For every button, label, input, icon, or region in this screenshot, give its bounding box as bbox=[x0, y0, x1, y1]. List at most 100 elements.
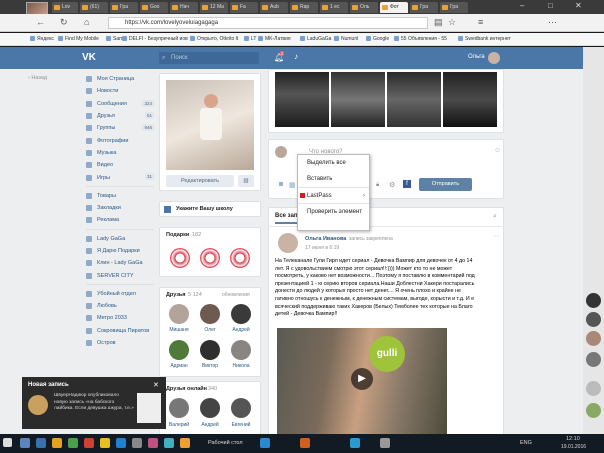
user-name[interactable]: Ольга bbox=[468, 54, 485, 60]
video-thumbnail[interactable]: gulli ▶ bbox=[277, 328, 447, 434]
nav-item[interactable]: Товары bbox=[86, 190, 154, 202]
avatar[interactable] bbox=[488, 52, 500, 64]
nav-item[interactable]: Моя Страница bbox=[86, 73, 154, 85]
taskbar-app-icon[interactable] bbox=[132, 438, 142, 448]
more-icon[interactable]: ⋯ bbox=[494, 233, 500, 240]
friend-name[interactable]: Андрей bbox=[195, 422, 225, 428]
browser-tab[interactable]: Гра bbox=[440, 2, 468, 13]
maximize-icon[interactable]: □ bbox=[548, 1, 553, 10]
friend-avatar[interactable] bbox=[200, 398, 220, 418]
chat-avatar[interactable] bbox=[586, 381, 601, 396]
taskbar-app-icon[interactable] bbox=[180, 438, 190, 448]
taskbar-app-icon[interactable] bbox=[260, 438, 270, 448]
video-icon[interactable]: ▦ bbox=[289, 181, 296, 189]
browser-tab[interactable]: 1 ес bbox=[320, 2, 348, 13]
browser-tab-active[interactable]: Фот bbox=[380, 2, 408, 13]
taskbar-app-icon[interactable] bbox=[52, 438, 62, 448]
nav-item[interactable]: Друзья 51 bbox=[86, 110, 154, 122]
bookmark[interactable]: Swedbank интернет bbox=[458, 36, 511, 42]
menu-item-select-all[interactable]: Выделить все bbox=[298, 155, 369, 171]
nav-item[interactable]: Метро 2033 bbox=[86, 312, 154, 324]
chat-avatar[interactable] bbox=[586, 331, 601, 346]
play-icon[interactable]: ▶ bbox=[351, 368, 373, 390]
settings-icon[interactable]: ⚙ bbox=[389, 181, 395, 189]
facebook-icon[interactable]: f bbox=[403, 180, 411, 188]
friend-avatar[interactable] bbox=[169, 398, 189, 418]
clock-date[interactable]: 19.01.2016 bbox=[561, 444, 586, 450]
hub-icon[interactable]: ≡ bbox=[478, 17, 483, 27]
bookmark[interactable]: Google bbox=[366, 36, 389, 42]
nav-item[interactable]: Видео bbox=[86, 159, 154, 171]
browser-tab[interactable]: Гра bbox=[410, 2, 438, 13]
bookmark[interactable]: MK-Латвия bbox=[258, 36, 291, 42]
gift-item[interactable] bbox=[170, 248, 190, 268]
friend-avatar[interactable] bbox=[169, 304, 189, 324]
nav-item[interactable]: Новости bbox=[86, 85, 154, 97]
close-icon[interactable]: ✕ bbox=[153, 381, 159, 389]
url-field[interactable]: https://vk.com/lovelyoveluiagagaga bbox=[108, 17, 428, 29]
friend-avatar[interactable] bbox=[200, 304, 220, 324]
taskbar-app-icon[interactable] bbox=[300, 438, 310, 448]
friend-name[interactable]: Олег bbox=[195, 327, 225, 333]
music-icon[interactable]: ♪ bbox=[294, 52, 298, 61]
bookmark[interactable]: Яндекс bbox=[30, 36, 54, 42]
camera-icon[interactable]: ◙ bbox=[279, 181, 283, 188]
menu-item-paste[interactable]: Вставить bbox=[298, 171, 369, 187]
nav-item[interactable]: Убойный отдел bbox=[86, 288, 154, 300]
chat-avatar[interactable] bbox=[586, 403, 601, 418]
taskbar-app-icon[interactable] bbox=[84, 438, 94, 448]
stats-button[interactable]: ▥ bbox=[238, 175, 254, 187]
photo-thumbnail[interactable] bbox=[331, 72, 385, 127]
home-icon[interactable]: ⌂ bbox=[84, 17, 89, 27]
minimize-icon[interactable]: – bbox=[520, 1, 524, 10]
friend-name[interactable]: Никола bbox=[226, 363, 256, 369]
chat-avatar[interactable] bbox=[586, 312, 601, 327]
post-date[interactable]: 17 июня в 6:19 bbox=[305, 245, 339, 251]
nav-item[interactable]: Сокровища Пиратов bbox=[86, 325, 154, 337]
browser-tab[interactable]: (61) bbox=[80, 2, 108, 13]
nav-item[interactable]: Закладки bbox=[86, 202, 154, 214]
back-link[interactable]: ‹ Назад bbox=[28, 75, 47, 81]
desktop-toolbar[interactable]: Рабочий стол bbox=[208, 440, 243, 446]
profile-photo[interactable] bbox=[166, 80, 254, 170]
friend-avatar[interactable] bbox=[231, 398, 251, 418]
friend-name[interactable]: Мишаня bbox=[164, 327, 194, 333]
taskbar-app-icon[interactable] bbox=[164, 438, 174, 448]
taskbar-app-icon[interactable] bbox=[100, 438, 110, 448]
reload-icon[interactable]: ↻ bbox=[60, 17, 68, 28]
nav-item[interactable]: Игры 31 bbox=[86, 171, 154, 183]
bookmark[interactable]: Numunl bbox=[334, 36, 358, 42]
browser-tab[interactable]: Rap bbox=[290, 2, 318, 13]
nav-item[interactable]: Я Дарю Подарки bbox=[86, 245, 154, 257]
nav-item[interactable]: Остров bbox=[86, 337, 154, 349]
nav-item[interactable]: Сообщения 324 bbox=[86, 98, 154, 110]
photo-thumbnail[interactable] bbox=[275, 72, 329, 127]
gift-item[interactable] bbox=[230, 248, 250, 268]
emoji-icon[interactable]: ☺ bbox=[494, 147, 501, 154]
friend-avatar[interactable] bbox=[169, 340, 189, 360]
nav-item[interactable]: Lady GaGa bbox=[86, 233, 154, 245]
browser-tab[interactable]: Нач bbox=[170, 2, 198, 13]
browser-tab[interactable]: 12 Ма bbox=[200, 2, 228, 13]
nav-item[interactable]: Любовь bbox=[86, 300, 154, 312]
bookmark[interactable]: 55 Объявления - 55 bbox=[394, 36, 447, 42]
search-input[interactable]: ⌕ Поиск bbox=[159, 52, 259, 64]
clock-time[interactable]: 12:10 bbox=[566, 436, 580, 442]
taskbar-app-icon[interactable] bbox=[350, 438, 360, 448]
browser-tab[interactable]: Goo bbox=[140, 2, 168, 13]
search-icon[interactable]: ⌕ bbox=[493, 213, 497, 221]
taskbar-app-icon[interactable] bbox=[148, 438, 158, 448]
browser-tab[interactable]: Lov bbox=[52, 2, 78, 13]
bookmark[interactable]: LaduGaGa bbox=[300, 36, 331, 42]
taskbar-app-icon[interactable] bbox=[116, 438, 126, 448]
bookmark[interactable]: Открыто, Otkrito lt bbox=[190, 36, 238, 42]
menu-item-lastpass[interactable]: LastPass › bbox=[298, 187, 369, 203]
close-icon[interactable]: ✕ bbox=[575, 1, 582, 10]
back-arrow-icon[interactable]: ← bbox=[36, 17, 45, 27]
reader-icon[interactable]: ▤ bbox=[434, 17, 443, 28]
avatar[interactable] bbox=[278, 233, 298, 253]
friends-updates-link[interactable]: обновления bbox=[222, 292, 250, 298]
nav-item[interactable]: Музыка bbox=[86, 147, 154, 159]
bookmark[interactable]: Sam bbox=[106, 36, 123, 42]
taskbar-app-icon[interactable] bbox=[20, 438, 30, 448]
